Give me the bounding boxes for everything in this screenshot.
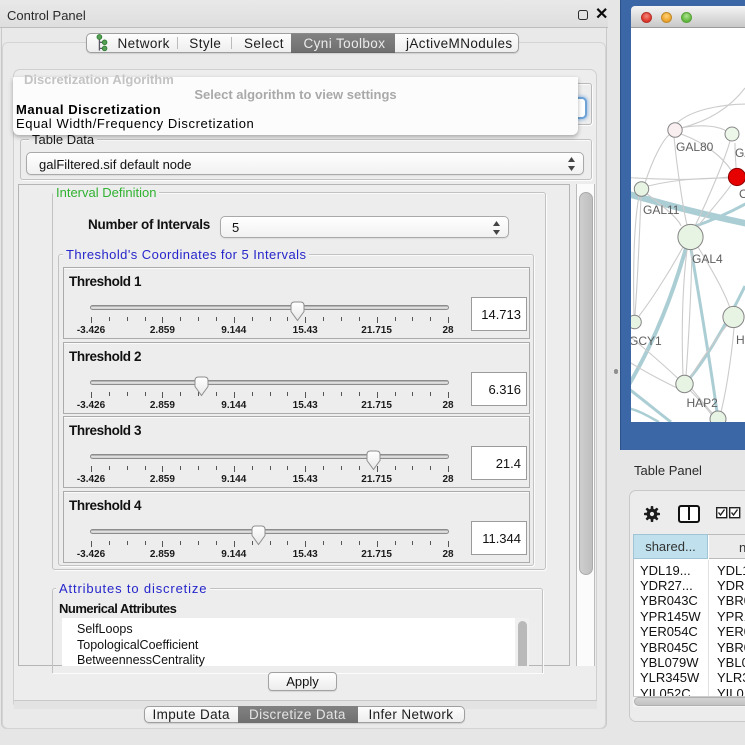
svg-text:GAL80: GAL80 <box>676 140 714 154</box>
svg-text:HAP2: HAP2 <box>687 396 719 410</box>
svg-text:GAL11: GAL11 <box>643 203 680 217</box>
svg-text:GAL4: GAL4 <box>692 252 723 266</box>
svg-text:GA: GA <box>735 146 745 160</box>
svg-text:C: C <box>739 187 745 201</box>
svg-text:GCY1: GCY1 <box>631 334 662 348</box>
svg-text:H: H <box>736 333 745 347</box>
